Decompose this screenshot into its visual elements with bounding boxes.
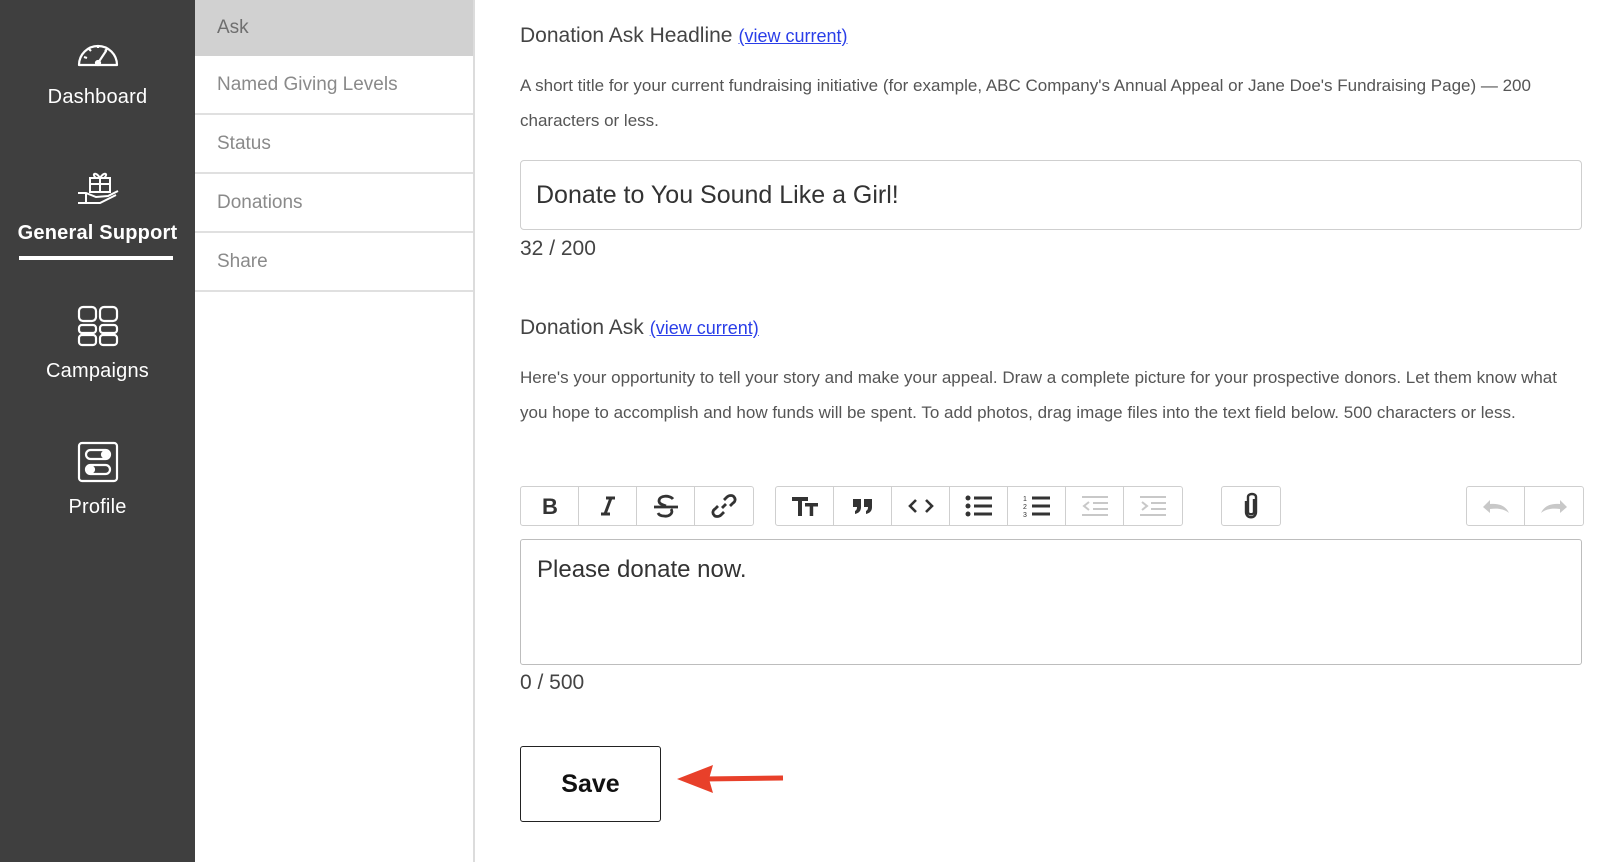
- nav-label-general-support: General Support: [17, 222, 178, 244]
- svg-text:B: B: [542, 495, 558, 517]
- undo-button[interactable]: [1467, 487, 1525, 525]
- link-button[interactable]: [695, 487, 753, 525]
- svg-text:3: 3: [1023, 512, 1027, 518]
- ask-char-counter: 0 / 500: [520, 671, 585, 694]
- attach-icon: [1244, 492, 1258, 519]
- headline-view-current-link[interactable]: (view current): [738, 26, 847, 46]
- ask-label-text: Donation Ask: [520, 316, 644, 339]
- toggle-panel-icon: [74, 438, 122, 486]
- headline-help-text: A short title for your current fundraisi…: [520, 76, 1531, 130]
- heading-icon: [791, 497, 818, 516]
- undo-icon: [1482, 500, 1509, 513]
- ask-rich-text-editor[interactable]: Please donate now.: [520, 539, 1582, 665]
- code-icon: [907, 499, 934, 513]
- toolbar-group-format: B: [520, 486, 754, 526]
- nav-item-general-support[interactable]: General Support: [0, 164, 195, 245]
- quote-icon: [852, 499, 872, 514]
- ask-view-current-link[interactable]: (view current): [650, 318, 759, 338]
- code-button[interactable]: [892, 487, 950, 525]
- subnav-item-donations[interactable]: Donations: [195, 174, 473, 233]
- svg-text:1: 1: [1023, 496, 1027, 503]
- nav-label-profile: Profile: [68, 496, 127, 518]
- nav-label-dashboard: Dashboard: [47, 86, 148, 108]
- strikethrough-button[interactable]: [637, 487, 695, 525]
- ask-label: Donation Ask (view current): [520, 316, 759, 340]
- numbered-list-button[interactable]: 123: [1008, 487, 1066, 525]
- italic-button[interactable]: [579, 487, 637, 525]
- nav-item-profile[interactable]: Profile: [0, 438, 195, 519]
- section-subnav: Ask Named Giving Levels Status Donations…: [195, 0, 475, 862]
- nav-item-campaigns[interactable]: Campaigns: [0, 302, 195, 383]
- active-indicator: [19, 256, 173, 260]
- outdent-icon: [1081, 496, 1108, 516]
- headline-input[interactable]: Donate to You Sound Like a Girl!: [520, 160, 1582, 230]
- speedometer-icon: [74, 28, 122, 76]
- editor-toolbar: B 123: [520, 486, 1584, 526]
- italic-icon: [600, 496, 615, 516]
- subnav-item-share[interactable]: Share: [195, 233, 473, 292]
- toolbar-group-block: 123: [775, 486, 1183, 526]
- svg-text:2: 2: [1023, 504, 1027, 511]
- indent-button[interactable]: [1124, 487, 1182, 525]
- headline-label: Donation Ask Headline (view current): [520, 24, 848, 48]
- headline-label-text: Donation Ask Headline: [520, 24, 733, 47]
- toolbar-group-attach: [1221, 486, 1281, 526]
- redo-icon: [1541, 500, 1567, 513]
- strikethrough-icon: [653, 494, 678, 518]
- bullet-list-icon: [965, 495, 992, 517]
- red-arrow-annotation: [677, 765, 784, 793]
- headline-char-counter: 32 / 200: [520, 237, 596, 260]
- nav-item-dashboard[interactable]: Dashboard: [0, 28, 195, 109]
- toolbar-group-history: [1466, 486, 1584, 526]
- subnav-item-named-giving-levels[interactable]: Named Giving Levels: [195, 56, 473, 115]
- subnav-item-status[interactable]: Status: [195, 115, 473, 174]
- numbered-list-icon: 123: [1023, 496, 1050, 518]
- quote-button[interactable]: [834, 487, 892, 525]
- indent-icon: [1140, 496, 1166, 516]
- bold-button[interactable]: B: [521, 487, 579, 525]
- outdent-button[interactable]: [1066, 487, 1124, 525]
- main-sidebar: Dashboard General Support Campaigns Prof…: [0, 0, 195, 862]
- nav-label-campaigns: Campaigns: [46, 360, 149, 382]
- gift-hand-icon: [74, 164, 122, 212]
- heading-button[interactable]: [776, 487, 834, 525]
- redo-button[interactable]: [1525, 487, 1583, 525]
- subnav-item-ask[interactable]: Ask: [195, 0, 473, 56]
- attach-button[interactable]: [1222, 487, 1280, 525]
- ask-help-text: Here's your opportunity to tell your sto…: [520, 368, 1557, 422]
- grid-icon: [74, 302, 122, 350]
- bullet-list-button[interactable]: [950, 487, 1008, 525]
- save-button[interactable]: Save: [520, 746, 661, 822]
- link-icon: [711, 494, 737, 518]
- bold-icon: B: [542, 495, 558, 517]
